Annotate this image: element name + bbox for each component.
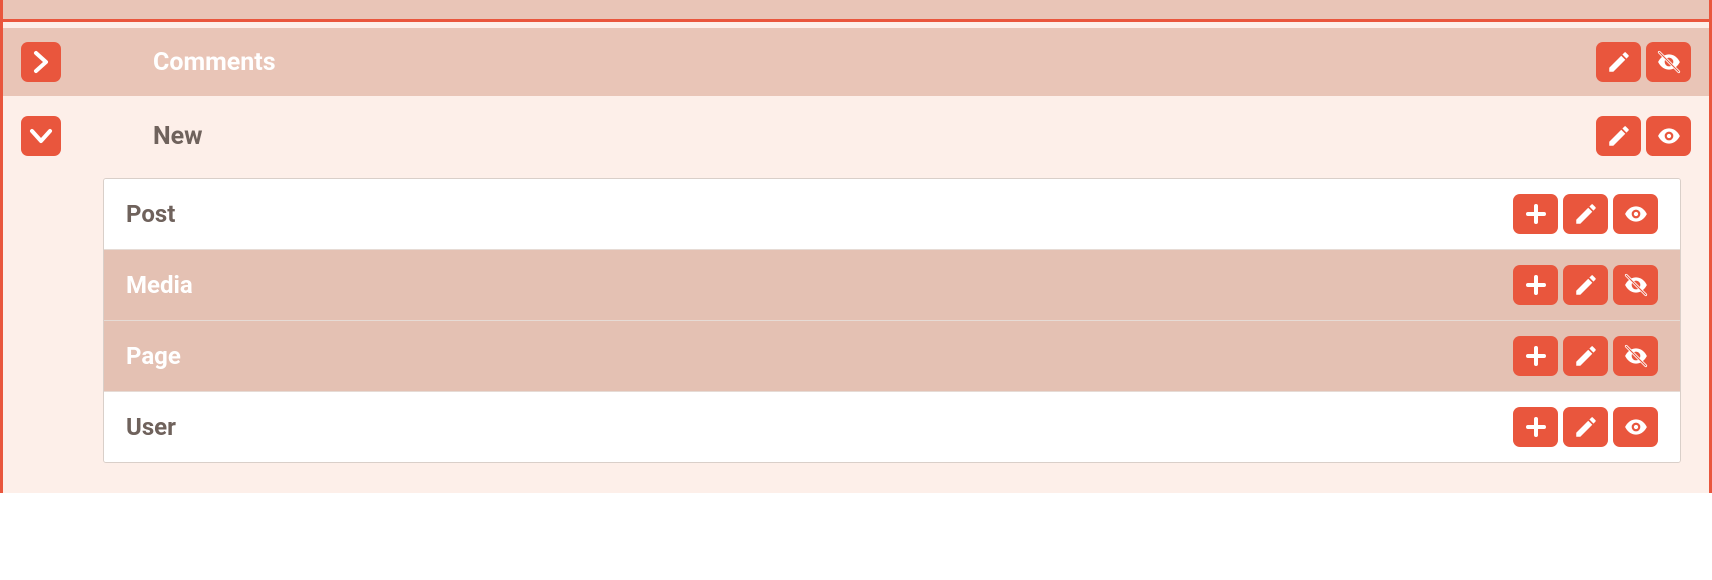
pencil-icon xyxy=(1573,414,1599,440)
eye-icon xyxy=(1654,123,1684,149)
toggle-visibility-post-button[interactable] xyxy=(1613,194,1658,234)
add-media-button[interactable] xyxy=(1513,265,1558,305)
section-comments: Comments xyxy=(3,28,1709,96)
subitem-media-label: Media xyxy=(126,271,1513,299)
previous-section-strip xyxy=(3,0,1709,22)
toggle-visibility-user-button[interactable] xyxy=(1613,407,1658,447)
toggle-visibility-new-button[interactable] xyxy=(1646,116,1691,156)
pencil-icon xyxy=(1606,49,1632,75)
subitem-user-actions xyxy=(1513,407,1658,447)
add-post-button[interactable] xyxy=(1513,194,1558,234)
section-comments-label: Comments xyxy=(153,48,1582,77)
chevron-right-icon xyxy=(32,50,50,74)
admin-menu-panel: Comments xyxy=(0,0,1712,493)
toggle-visibility-media-button[interactable] xyxy=(1613,265,1658,305)
add-page-button[interactable] xyxy=(1513,336,1558,376)
eye-slash-icon xyxy=(1654,49,1684,75)
section-new-actions xyxy=(1596,116,1691,156)
subitem-user-label: User xyxy=(126,413,1513,441)
subitem-media: Media xyxy=(104,250,1680,321)
subitem-page: Page xyxy=(104,321,1680,392)
subitem-page-label: Page xyxy=(126,342,1513,370)
subitem-post-actions xyxy=(1513,194,1658,234)
plus-icon xyxy=(1524,415,1548,439)
edit-comments-button[interactable] xyxy=(1596,42,1641,82)
new-subitems-list: Post xyxy=(103,178,1681,463)
subitem-page-actions xyxy=(1513,336,1658,376)
edit-media-button[interactable] xyxy=(1563,265,1608,305)
subitem-post-label: Post xyxy=(126,200,1513,228)
eye-icon xyxy=(1621,201,1651,227)
expand-comments-button[interactable] xyxy=(21,42,61,82)
edit-page-button[interactable] xyxy=(1563,336,1608,376)
pencil-icon xyxy=(1606,123,1632,149)
section-new-label: New xyxy=(153,122,1582,151)
pencil-icon xyxy=(1573,201,1599,227)
plus-icon xyxy=(1524,344,1548,368)
subitem-user: User xyxy=(104,392,1680,462)
toggle-visibility-comments-button[interactable] xyxy=(1646,42,1691,82)
section-comments-actions xyxy=(1596,42,1691,82)
chevron-down-icon xyxy=(29,127,53,145)
eye-icon xyxy=(1621,414,1651,440)
collapse-new-button[interactable] xyxy=(21,116,61,156)
edit-post-button[interactable] xyxy=(1563,194,1608,234)
eye-slash-icon xyxy=(1621,343,1651,369)
edit-user-button[interactable] xyxy=(1563,407,1608,447)
subitem-media-actions xyxy=(1513,265,1658,305)
plus-icon xyxy=(1524,273,1548,297)
eye-slash-icon xyxy=(1621,272,1651,298)
subitem-post: Post xyxy=(104,179,1680,250)
edit-new-button[interactable] xyxy=(1596,116,1641,156)
toggle-visibility-page-button[interactable] xyxy=(1613,336,1658,376)
section-new: New xyxy=(3,102,1709,170)
plus-icon xyxy=(1524,202,1548,226)
pencil-icon xyxy=(1573,343,1599,369)
pencil-icon xyxy=(1573,272,1599,298)
add-user-button[interactable] xyxy=(1513,407,1558,447)
